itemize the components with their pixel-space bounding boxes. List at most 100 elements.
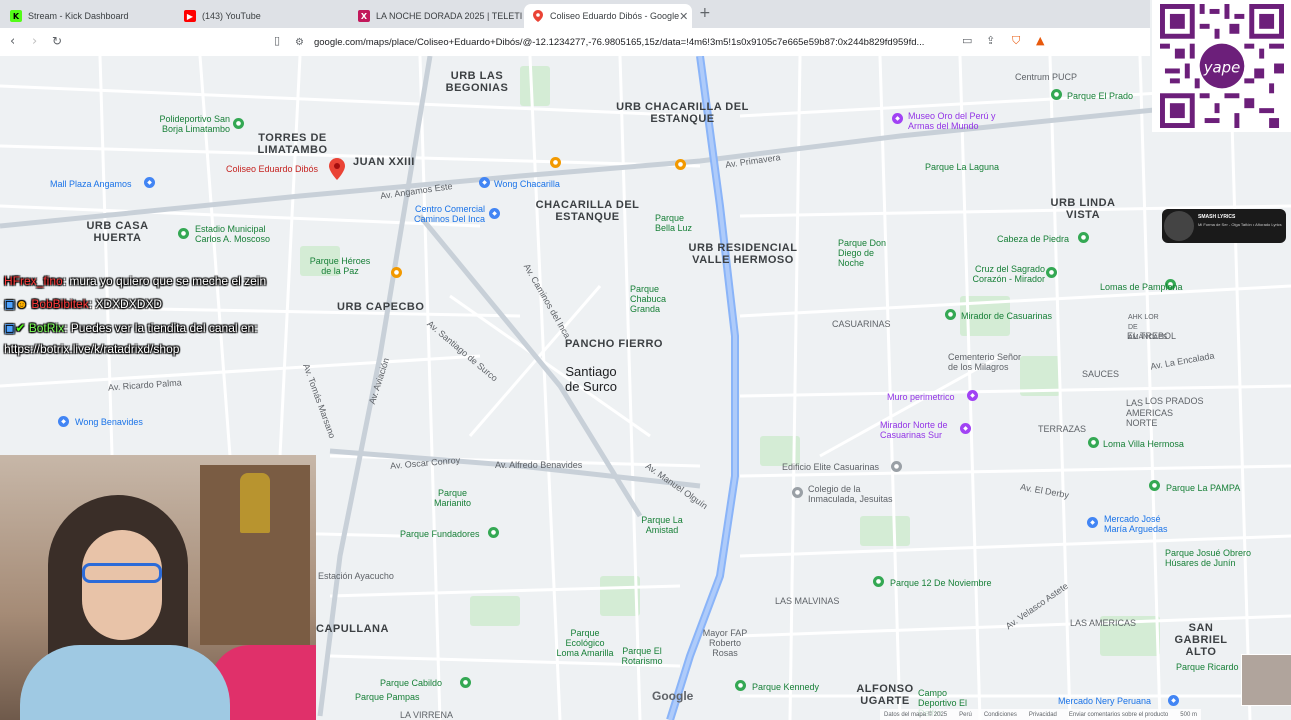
- poi-label[interactable]: Centrum PUCP: [1015, 72, 1077, 82]
- poi-label[interactable]: Mercado José María Arguedas: [1104, 514, 1184, 534]
- footer-item[interactable]: Perú: [959, 712, 972, 718]
- glasses: [82, 563, 162, 583]
- tab-kick-dashboard[interactable]: K Stream - Kick Dashboard: [2, 4, 174, 28]
- poi-label[interactable]: Mercado Nery Peruana: [1058, 696, 1151, 706]
- poi-label[interactable]: Parque La PAMPA: [1166, 483, 1240, 493]
- area-label: AHK LOR DE AMANCAES: [1128, 314, 1168, 341]
- poi-label[interactable]: Parque Josué Obrero Húsares de Junín: [1165, 548, 1270, 568]
- park-icon[interactable]: ●: [488, 527, 499, 538]
- tab-title: (143) YouTube: [202, 11, 261, 21]
- poi-label[interactable]: Parque Kennedy: [752, 682, 819, 692]
- poi-label[interactable]: Parque Héroes de la Paz: [305, 256, 375, 276]
- poi-label[interactable]: Cementerio Señor de los Milagros: [948, 352, 1033, 372]
- park-icon[interactable]: ●: [460, 677, 471, 688]
- park-icon[interactable]: ●: [233, 118, 244, 129]
- poi-label[interactable]: Wong Benavides: [75, 417, 143, 427]
- poi-label[interactable]: Colegio de la Inmaculada, Jesuitas: [808, 484, 908, 504]
- landmark-icon[interactable]: ◆: [967, 390, 978, 401]
- site-settings-icon[interactable]: ⚙: [295, 37, 304, 48]
- back-icon[interactable]: ‹: [10, 34, 15, 49]
- poi-label[interactable]: Edificio Elite Casuarinas: [782, 462, 879, 472]
- market-icon[interactable]: ◆: [1168, 695, 1179, 706]
- footer-item[interactable]: Enviar comentarios sobre el producto: [1069, 712, 1168, 718]
- poi-label[interactable]: Estadio Municipal Carlos A. Moscoso: [195, 224, 285, 244]
- poi-label[interactable]: Lomas de Pamplona: [1100, 282, 1183, 292]
- shopping-icon[interactable]: ◆: [479, 177, 490, 188]
- poi-label[interactable]: Parque Ecológico Loma Amarilla: [555, 628, 615, 658]
- district-label: ALFONSO UGARTE: [856, 683, 914, 707]
- footer-item[interactable]: Condiciones: [984, 712, 1017, 718]
- restaurant-icon[interactable]: ●: [391, 267, 402, 278]
- park-icon[interactable]: ●: [1088, 437, 1099, 448]
- landmark-icon[interactable]: ◆: [960, 423, 971, 434]
- teletica-icon: X: [358, 10, 370, 22]
- park-icon[interactable]: ●: [873, 576, 884, 587]
- district-label: CHACARILLA DEL ESTANQUE: [535, 199, 640, 223]
- market-icon[interactable]: ◆: [1087, 517, 1098, 528]
- park-icon[interactable]: ●: [1051, 89, 1062, 100]
- street-label: Av. Alfredo Benavides: [495, 460, 583, 470]
- poi-label[interactable]: Loma Villa Hermosa: [1103, 439, 1184, 449]
- bookmark-icon[interactable]: ▯: [274, 34, 280, 47]
- poi-label[interactable]: Cabeza de Piedra: [997, 234, 1069, 244]
- poi-label[interactable]: Mall Plaza Angamos: [50, 179, 132, 189]
- poi-label[interactable]: Polideportivo San Borja Limatambo: [150, 114, 230, 134]
- poi-label[interactable]: Parque La Amistad: [632, 515, 692, 535]
- poi-label[interactable]: Parque Cabildo: [380, 678, 442, 688]
- poi-label[interactable]: Parque Marianito: [425, 488, 480, 508]
- museum-icon[interactable]: ◆: [892, 113, 903, 124]
- poi-label[interactable]: Muro perimetrico: [887, 392, 955, 402]
- park-icon[interactable]: ●: [945, 309, 956, 320]
- park-icon[interactable]: ●: [735, 680, 746, 691]
- youtube-icon: ▶: [184, 10, 196, 22]
- now-playing-widget: SMASH LYRICS Mi Forma de Ser - Olga Tañó…: [1162, 209, 1286, 243]
- poi-label[interactable]: Parque Chabuca Granda: [630, 284, 675, 314]
- poi-label[interactable]: Parque Bella Luz: [655, 213, 700, 233]
- close-tab-icon[interactable]: ✕: [679, 10, 688, 23]
- brave-rewards-icon[interactable]: ▲: [1036, 34, 1044, 47]
- poi-label[interactable]: Estación Ayacucho: [318, 571, 394, 581]
- shopping-icon[interactable]: ◆: [144, 177, 155, 188]
- selected-place-pin-icon[interactable]: [329, 158, 345, 180]
- poi-label[interactable]: Parque La Laguna: [925, 162, 999, 172]
- park-icon[interactable]: ●: [1078, 232, 1089, 243]
- shopping-icon[interactable]: ◆: [58, 416, 69, 427]
- poi-label[interactable]: Parque Fundadores: [400, 529, 480, 539]
- tab-teletica[interactable]: X LA NOCHE DORADA 2025 | TELETICA: [350, 4, 522, 28]
- tab-youtube[interactable]: ▶ (143) YouTube: [176, 4, 348, 28]
- install-app-icon[interactable]: ▭: [962, 34, 972, 47]
- footer-item[interactable]: Privacidad: [1029, 712, 1057, 718]
- shopping-icon[interactable]: ◆: [489, 208, 500, 219]
- park-icon[interactable]: ●: [178, 228, 189, 239]
- street-view-thumbnail[interactable]: [1241, 654, 1291, 706]
- poi-label[interactable]: Museo Oro del Perú y Armas del Mundo: [908, 111, 1008, 131]
- brave-shield-icon[interactable]: ⛉: [1012, 34, 1020, 48]
- tab-google-maps[interactable]: Coliseo Eduardo Dibós - Google ✕: [524, 4, 692, 28]
- poi-label[interactable]: Mayor FAP Roberto Rosas: [695, 628, 755, 658]
- poi-label[interactable]: Parque 12 De Noviembre: [890, 578, 992, 588]
- restaurant-icon[interactable]: ●: [675, 159, 686, 170]
- selected-place-label[interactable]: Coliseo Eduardo Dibós: [226, 164, 318, 174]
- park-icon[interactable]: ●: [1149, 480, 1160, 491]
- restaurant-icon[interactable]: ●: [550, 157, 561, 168]
- chat-username: BobBibitek: [31, 297, 89, 311]
- new-tab-icon[interactable]: +: [699, 5, 711, 21]
- building-icon[interactable]: ●: [891, 461, 902, 472]
- forward-icon[interactable]: ›: [32, 34, 37, 49]
- address-bar[interactable]: ⚙ google.com/maps/place/Coliseo+Eduardo+…: [295, 31, 1055, 53]
- poi-label[interactable]: Mirador Norte de Casuarinas Sur: [880, 420, 960, 440]
- poi-label[interactable]: Cruz del Sagrado Corazón - Mirador: [960, 264, 1045, 284]
- poi-label[interactable]: Centro Comercial Caminos Del Inca: [405, 204, 485, 224]
- poi-label[interactable]: Parque El Rotarismo: [612, 646, 672, 666]
- school-icon[interactable]: ●: [792, 487, 803, 498]
- poi-label[interactable]: Parque Pampas: [355, 692, 420, 702]
- poi-label[interactable]: Mirador de Casuarinas: [961, 311, 1052, 321]
- poi-label[interactable]: Parque El Prado: [1067, 91, 1133, 101]
- map-footer: Datos del mapa © 2025 Perú Condiciones P…: [880, 709, 1201, 720]
- poi-label[interactable]: Wong Chacarilla: [494, 179, 560, 189]
- district-label: URB CAPECBO: [337, 301, 425, 313]
- share-icon[interactable]: ⇪: [986, 34, 995, 47]
- reload-icon[interactable]: ↻: [52, 34, 62, 48]
- park-icon[interactable]: ●: [1046, 267, 1057, 278]
- poi-label[interactable]: Parque Don Diego de Noche: [838, 238, 893, 268]
